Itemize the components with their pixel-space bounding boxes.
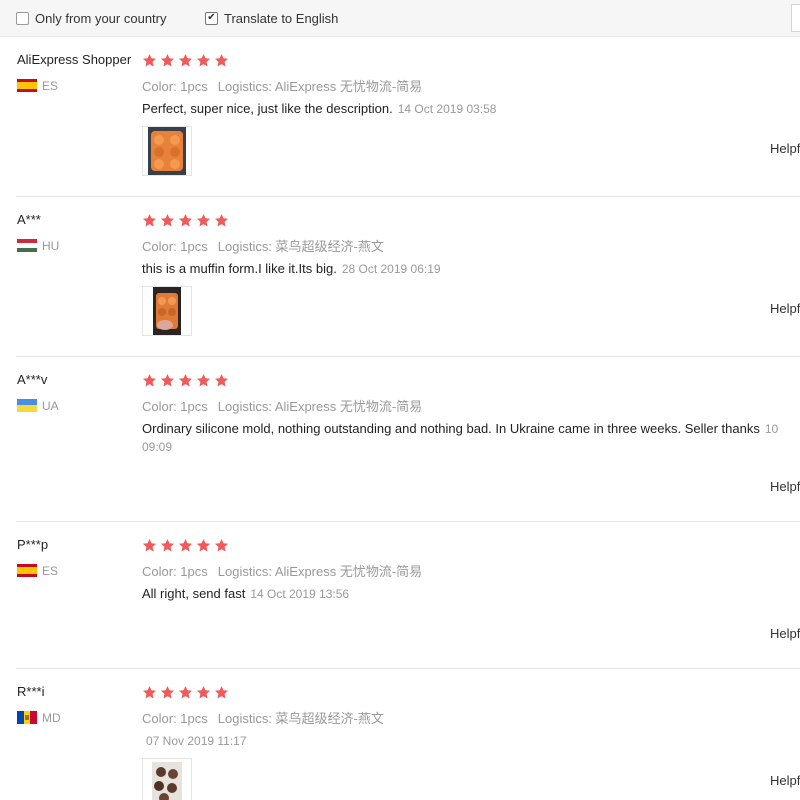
review-body: Ordinary silicone mold, nothing outstand…	[142, 421, 760, 436]
review-text: All right, send fast 14 Oct 2019 13:56	[142, 586, 349, 601]
flag-md-icon	[17, 711, 37, 724]
order-logistics: Logistics: AliExpress 无忧物流-简易	[217, 79, 423, 94]
star-rating	[142, 53, 229, 68]
review-item: A***v UA Color: 1pcs Logistics: AliExpres…	[0, 357, 800, 522]
order-logistics: Logistics: 菜鸟超级经济-燕文	[217, 239, 384, 254]
star-icon	[178, 53, 193, 67]
flag-es-icon	[17, 564, 37, 577]
review-text: Ordinary silicone mold, nothing outstand…	[142, 421, 800, 436]
order-logistics: Logistics: AliExpress 无忧物流-简易	[217, 399, 423, 414]
review-date: 07 Nov 2019 11:17	[146, 734, 247, 748]
review-text: this is a muffin form.I like it.Its big.…	[142, 261, 441, 276]
star-icon	[214, 213, 229, 227]
reviewer-country: MD	[42, 711, 61, 725]
review-item: R***i MD Color: 1pcs Logistics: 菜鸟超级经济-燕文…	[0, 669, 800, 800]
review-item: P***p ES Color: 1pcs Logistics: AliExpres…	[0, 522, 800, 669]
star-icon	[142, 53, 157, 67]
review-date: 14 Oct 2019 03:58	[397, 102, 497, 116]
star-icon	[160, 685, 175, 699]
star-icon	[196, 213, 211, 227]
review-photo-thumbnail[interactable]	[142, 126, 192, 176]
star-icon	[196, 53, 211, 67]
order-color: Color: 1pcs	[142, 79, 208, 94]
review-date: 10	[764, 422, 779, 436]
order-color: Color: 1pcs	[142, 399, 208, 414]
order-info: Color: 1pcs Logistics: 菜鸟超级经济-燕文	[142, 236, 384, 255]
order-logistics: Logistics: AliExpress 无忧物流-简易	[217, 564, 423, 579]
star-rating	[142, 685, 229, 700]
filter-bar: Only from your country ✔ Translate to En…	[0, 0, 800, 37]
reviewer-country: ES	[42, 564, 59, 578]
reviewer-name: R***i	[17, 684, 45, 699]
star-icon	[214, 53, 229, 67]
star-icon	[178, 373, 193, 387]
reviewer-name: A***	[17, 212, 41, 227]
review-photo-image	[153, 287, 181, 335]
review-photo-thumbnail[interactable]	[142, 758, 192, 800]
star-icon	[196, 685, 211, 699]
reviewer-name: AliExpress Shopper	[17, 52, 132, 67]
star-icon	[178, 685, 193, 699]
only-from-your-country-checkbox[interactable]	[16, 11, 29, 25]
reviewer-country: HU	[42, 239, 60, 253]
review-item: AliExpress Shopper ES Color: 1pcs Logisti…	[0, 37, 800, 197]
star-icon	[160, 53, 175, 67]
reviewer-country: ES	[42, 79, 59, 93]
review-text: Perfect, super nice, just like the descr…	[142, 101, 496, 116]
review-date: 28 Oct 2019 06:19	[341, 262, 441, 276]
order-color: Color: 1pcs	[142, 711, 208, 726]
order-color: Color: 1pcs	[142, 239, 208, 254]
review-body: this is a muffin form.I like it.Its big.	[142, 261, 337, 276]
helpful-button[interactable]: Helpful	[770, 479, 800, 494]
order-color: Color: 1pcs	[142, 564, 208, 579]
flag-hu-icon	[17, 239, 37, 252]
order-logistics: Logistics: 菜鸟超级经济-燕文	[217, 711, 384, 726]
review-photo-image	[152, 762, 182, 800]
flag-ua-icon	[17, 399, 37, 412]
order-info: Color: 1pcs Logistics: 菜鸟超级经济-燕文	[142, 708, 384, 727]
star-icon	[142, 685, 157, 699]
star-icon	[160, 213, 175, 227]
star-icon	[214, 373, 229, 387]
translate-to-english-label: Translate to English	[224, 10, 339, 26]
star-icon	[142, 213, 157, 227]
star-icon	[196, 373, 211, 387]
star-rating	[142, 373, 229, 388]
sort-dropdown-edge[interactable]	[791, 4, 800, 32]
translate-to-english-checkbox[interactable]: ✔	[205, 11, 218, 25]
helpful-button[interactable]: Helpful	[770, 626, 800, 641]
review-date: 14 Oct 2019 13:56	[250, 587, 350, 601]
helpful-button[interactable]: Helpful	[770, 773, 800, 788]
star-icon	[160, 538, 175, 552]
star-rating	[142, 538, 229, 553]
flag-es-icon	[17, 79, 37, 92]
review-body: All right, send fast	[142, 586, 246, 601]
translate-to-english-filter[interactable]: ✔ Translate to English	[205, 10, 338, 26]
star-icon	[178, 538, 193, 552]
star-icon	[142, 373, 157, 387]
only-from-your-country-label: Only from your country	[35, 10, 167, 26]
helpful-button[interactable]: Helpful	[770, 301, 800, 316]
star-icon	[196, 538, 211, 552]
order-info: Color: 1pcs Logistics: AliExpress 无忧物流-简易	[142, 76, 422, 95]
star-icon	[178, 213, 193, 227]
review-date-wrapped: 09:09	[142, 440, 173, 454]
star-icon	[160, 373, 175, 387]
helpful-button[interactable]: Helpful	[770, 141, 800, 156]
only-from-your-country-filter[interactable]: Only from your country	[16, 10, 167, 26]
reviewer-name: A***v	[17, 372, 48, 387]
review-photo-thumbnail[interactable]	[142, 286, 192, 336]
review-body: Perfect, super nice, just like the descr…	[142, 101, 393, 116]
star-rating	[142, 213, 229, 228]
order-info: Color: 1pcs Logistics: AliExpress 无忧物流-简易	[142, 561, 422, 580]
star-icon	[214, 685, 229, 699]
star-icon	[142, 538, 157, 552]
reviewer-country: UA	[42, 399, 59, 413]
review-item: A*** HU Color: 1pcs Logistics: 菜鸟超级经济-燕文 …	[0, 197, 800, 357]
reviewer-name: P***p	[17, 537, 49, 552]
order-info: Color: 1pcs Logistics: AliExpress 无忧物流-简易	[142, 396, 422, 415]
review-photo-image	[148, 127, 186, 175]
star-icon	[214, 538, 229, 552]
